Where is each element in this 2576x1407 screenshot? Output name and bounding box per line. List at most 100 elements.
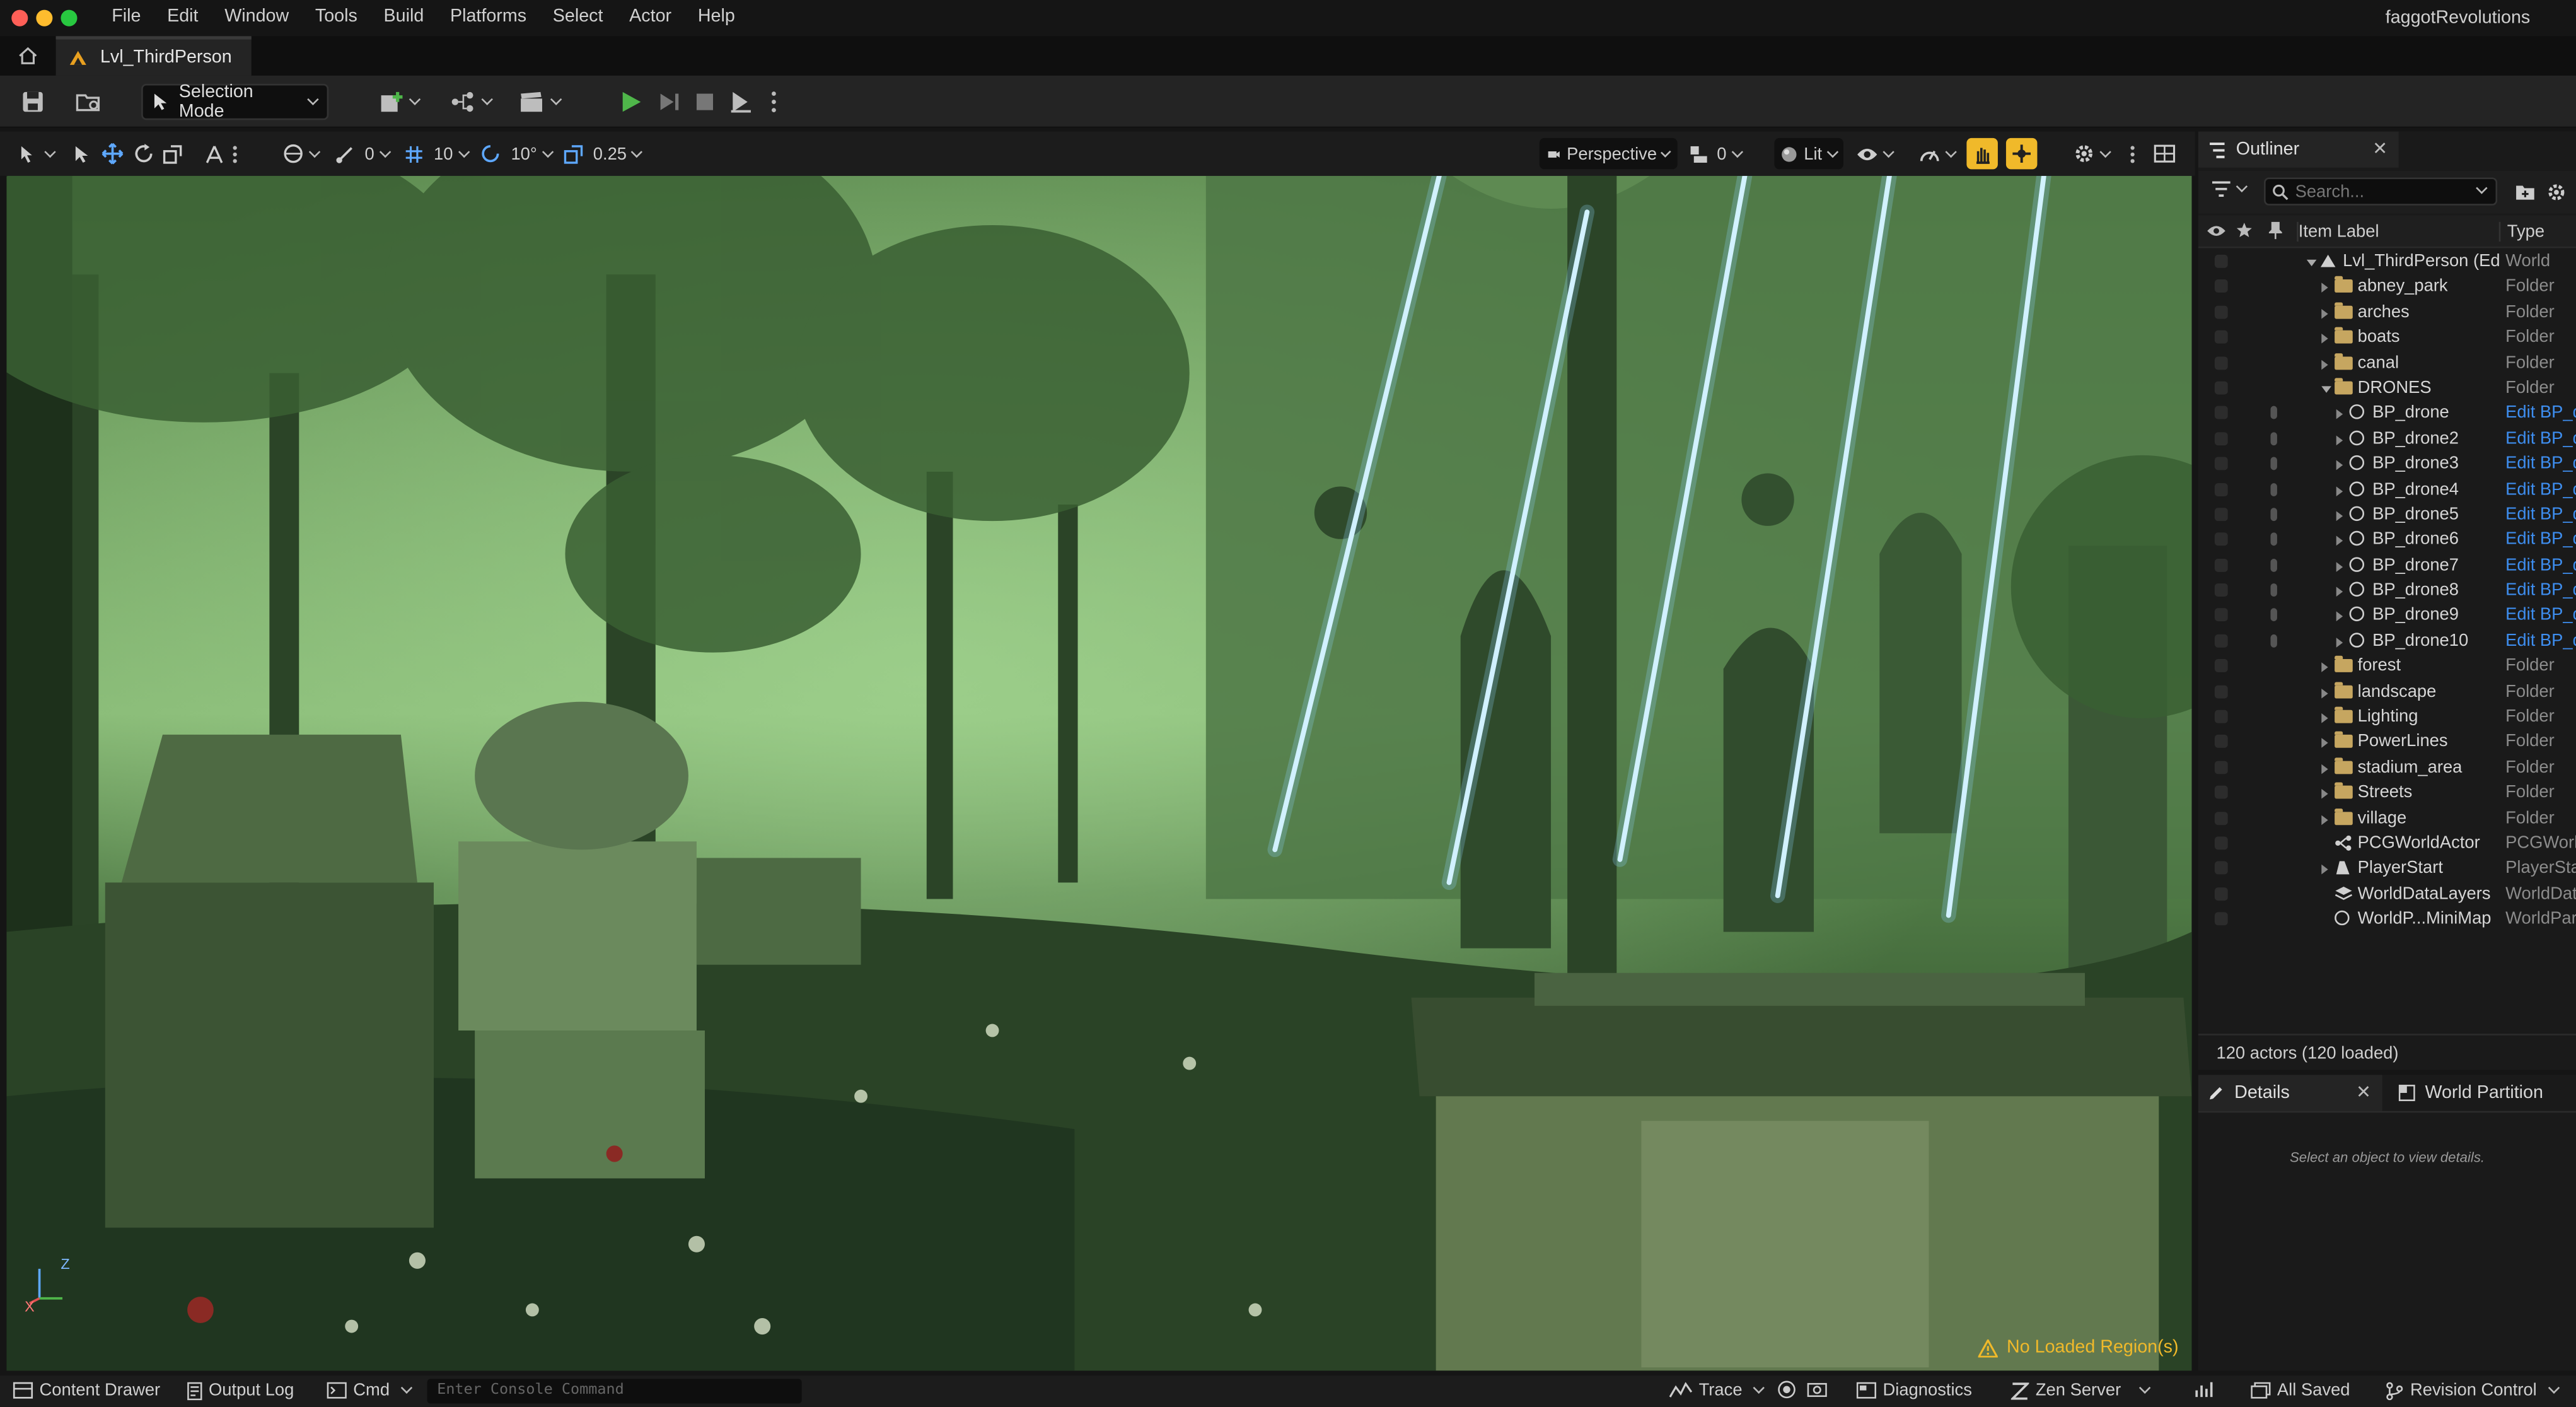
all-saved-button[interactable]: All Saved: [2251, 1381, 2350, 1400]
expand-arrow-icon[interactable]: [2321, 865, 2328, 875]
expand-arrow-icon[interactable]: [2321, 814, 2328, 825]
expand-arrow-icon[interactable]: [2321, 713, 2328, 723]
grid-snap-toggle[interactable]: 10: [404, 138, 470, 170]
outliner-row[interactable]: BP_drone5 Edit BP_d: [2198, 503, 2576, 528]
visibility-toggle[interactable]: [2214, 583, 2228, 597]
expand-arrow-icon[interactable]: [2321, 334, 2328, 344]
user-name[interactable]: faggotRevolutions: [2386, 8, 2530, 28]
pin-header-icon[interactable]: [2268, 221, 2282, 240]
pin-icon[interactable]: [2270, 533, 2277, 546]
expand-arrow-icon[interactable]: [2321, 662, 2328, 673]
visibility-toggle[interactable]: [2214, 861, 2228, 875]
visibility-toggle[interactable]: [2214, 836, 2228, 850]
outliner-row[interactable]: stadium_area Folder: [2198, 756, 2576, 781]
viewport-options-button[interactable]: [20, 138, 62, 170]
visibility-toggle[interactable]: [2214, 254, 2228, 268]
outliner-row[interactable]: BP_drone10 Edit BP_d: [2198, 629, 2576, 655]
outliner-row[interactable]: canal Folder: [2198, 351, 2576, 377]
blueprints-button[interactable]: [444, 86, 496, 119]
pin-icon[interactable]: [2270, 609, 2277, 622]
screenshot-button[interactable]: [1807, 1381, 1827, 1398]
edit-blueprint-link[interactable]: Edit BP_d: [2505, 454, 2576, 474]
play-button[interactable]: [615, 86, 647, 119]
pin-icon[interactable]: [2270, 457, 2277, 470]
view-mode-dropdown[interactable]: Lit: [1774, 137, 1843, 170]
cinematics-button[interactable]: [513, 86, 565, 119]
perspective-dropdown[interactable]: Perspective: [1539, 137, 1678, 170]
visibility-toggle[interactable]: [2214, 533, 2228, 546]
outliner-row[interactable]: PowerLines Folder: [2198, 730, 2576, 756]
outliner-settings-button[interactable]: [2546, 182, 2566, 207]
outliner-row[interactable]: BP_drone Edit BP_d: [2198, 402, 2576, 427]
outliner-tab[interactable]: Outliner: [2198, 131, 2399, 168]
filter-dropdown[interactable]: [2212, 180, 2248, 197]
visibility-toggle[interactable]: [2214, 482, 2228, 496]
close-icon[interactable]: ✕: [2372, 138, 2387, 160]
column-type[interactable]: Type: [2498, 221, 2544, 242]
close-window-button[interactable]: [11, 9, 28, 26]
level-tab[interactable]: Lvl_ThirdPerson: [55, 36, 252, 76]
play-options-button[interactable]: [765, 86, 782, 119]
visibility-toggle[interactable]: [2214, 735, 2228, 749]
outliner-row[interactable]: abney_park Folder: [2198, 275, 2576, 300]
expand-arrow-icon[interactable]: [2321, 283, 2328, 293]
snap-toggle-yellow-1[interactable]: [1966, 137, 1998, 170]
outliner-row[interactable]: BP_drone6 Edit BP_d: [2198, 528, 2576, 553]
collapse-arrow-icon[interactable]: [2321, 386, 2331, 393]
edit-blueprint-link[interactable]: Edit BP_d: [2505, 428, 2576, 448]
edit-blueprint-link[interactable]: Edit BP_d: [2505, 403, 2576, 423]
expand-arrow-icon[interactable]: [2321, 308, 2328, 318]
menu-platforms[interactable]: Platforms: [437, 6, 540, 26]
visibility-toggle[interactable]: [2214, 684, 2228, 698]
rotation-snap-toggle[interactable]: 10°: [480, 138, 554, 170]
add-folder-button[interactable]: [2515, 182, 2535, 205]
level-viewport[interactable]: Z X No Loaded Region(s): [6, 175, 2192, 1371]
outliner-row[interactable]: Lvl_ThirdPerson (Ed World: [2198, 250, 2576, 275]
select-tool-button[interactable]: [73, 138, 92, 170]
star-header-icon[interactable]: [2236, 222, 2253, 238]
selection-mode-dropdown[interactable]: Selection Mode: [141, 82, 329, 122]
viewport-more-button[interactable]: [231, 138, 238, 170]
edit-blueprint-link[interactable]: Edit BP_d: [2505, 580, 2576, 600]
outliner-row[interactable]: Lighting Folder: [2198, 705, 2576, 730]
eject-button[interactable]: [724, 86, 757, 119]
outliner-row[interactable]: PlayerStart PlayerSta: [2198, 857, 2576, 882]
expand-arrow-icon[interactable]: [2336, 612, 2343, 622]
collapse-arrow-icon[interactable]: [2306, 259, 2317, 267]
translation-snap-toggle[interactable]: 0: [335, 138, 391, 170]
visibility-toggle[interactable]: [2214, 431, 2228, 445]
outliner-row[interactable]: village Folder: [2198, 806, 2576, 831]
edit-blueprint-link[interactable]: Edit BP_d: [2505, 505, 2576, 524]
outliner-row[interactable]: BP_drone3 Edit BP_d: [2198, 452, 2576, 477]
simulate-button[interactable]: [654, 86, 683, 119]
expand-arrow-icon[interactable]: [2336, 460, 2343, 470]
visibility-toggle[interactable]: [2214, 280, 2228, 293]
home-tab[interactable]: [0, 36, 56, 76]
outliner-row[interactable]: landscape Folder: [2198, 680, 2576, 705]
scale-snap-toggle[interactable]: 0.25: [564, 138, 644, 170]
outliner-row[interactable]: BP_drone2 Edit BP_d: [2198, 427, 2576, 452]
stop-button[interactable]: [690, 86, 720, 119]
visibility-header-icon[interactable]: [2207, 223, 2226, 238]
edit-blueprint-link[interactable]: Edit BP_d: [2505, 530, 2576, 549]
pin-icon[interactable]: [2270, 508, 2277, 521]
visibility-toggle[interactable]: [2214, 786, 2228, 800]
menu-help[interactable]: Help: [685, 6, 748, 26]
surface-snapping-button[interactable]: [204, 138, 225, 170]
outliner-search-input[interactable]: Search...: [2264, 177, 2498, 206]
outliner-row[interactable]: BP_drone9 Edit BP_d: [2198, 604, 2576, 629]
visibility-toggle[interactable]: [2214, 659, 2228, 673]
outliner-row[interactable]: DRONES Folder: [2198, 377, 2576, 402]
visibility-toggle[interactable]: [2214, 508, 2228, 521]
pin-icon[interactable]: [2270, 406, 2277, 420]
outliner-row[interactable]: BP_drone8 Edit BP_d: [2198, 579, 2576, 604]
close-icon[interactable]: ✕: [2356, 1082, 2371, 1102]
browse-level-button[interactable]: [73, 86, 105, 119]
visibility-toggle[interactable]: [2214, 406, 2228, 420]
camera-speed-dropdown[interactable]: 0: [1689, 138, 1743, 170]
expand-arrow-icon[interactable]: [2336, 435, 2343, 445]
details-tab[interactable]: Details: [2198, 1075, 2382, 1111]
tasks-button[interactable]: [2195, 1381, 2213, 1399]
content-drawer-button[interactable]: Content Drawer: [13, 1381, 160, 1400]
trace-dropdown[interactable]: Trace: [1669, 1381, 1766, 1400]
